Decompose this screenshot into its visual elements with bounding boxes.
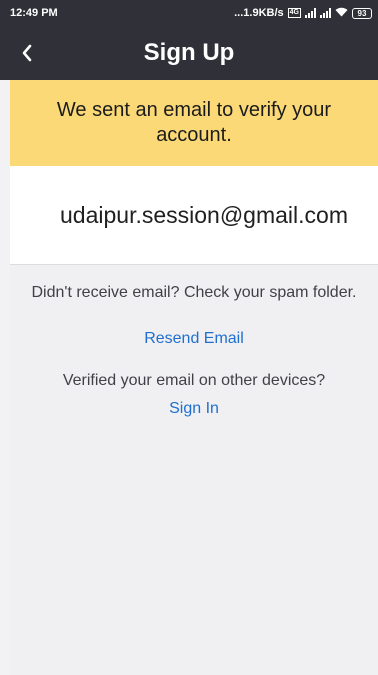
email-display: udaipur.session@gmail.com xyxy=(10,166,378,264)
page-title: Sign Up xyxy=(143,39,235,66)
signal-icon-2 xyxy=(320,8,331,18)
email-address: udaipur.session@gmail.com xyxy=(60,201,348,228)
verification-banner: We sent an email to verify your account. xyxy=(10,80,378,166)
battery-icon: 93 xyxy=(352,7,372,19)
status-time: 12:49 PM xyxy=(10,7,58,19)
status-icons: ...1.9KB/s 4G 93 xyxy=(234,7,372,20)
verified-message: Verified your email on other devices? xyxy=(62,372,326,389)
chevron-left-icon xyxy=(22,44,32,62)
spam-message: Didn't receive email? Check your spam fo… xyxy=(31,284,357,301)
network-type-icon: 4G xyxy=(287,8,301,18)
app-header: Sign Up xyxy=(0,26,378,80)
resend-email-link[interactable]: Resend Email xyxy=(144,330,244,348)
network-speed: ...1.9KB/s xyxy=(234,7,284,19)
signal-icon xyxy=(305,8,316,18)
back-button[interactable] xyxy=(10,36,44,70)
status-bar: 12:49 PM ...1.9KB/s 4G 93 xyxy=(0,0,378,26)
sign-in-link[interactable]: Sign In xyxy=(169,400,219,418)
info-panel: Didn't receive email? Check your spam fo… xyxy=(10,265,378,675)
wifi-icon xyxy=(335,7,348,20)
banner-message: We sent an email to verify your account. xyxy=(56,99,332,146)
